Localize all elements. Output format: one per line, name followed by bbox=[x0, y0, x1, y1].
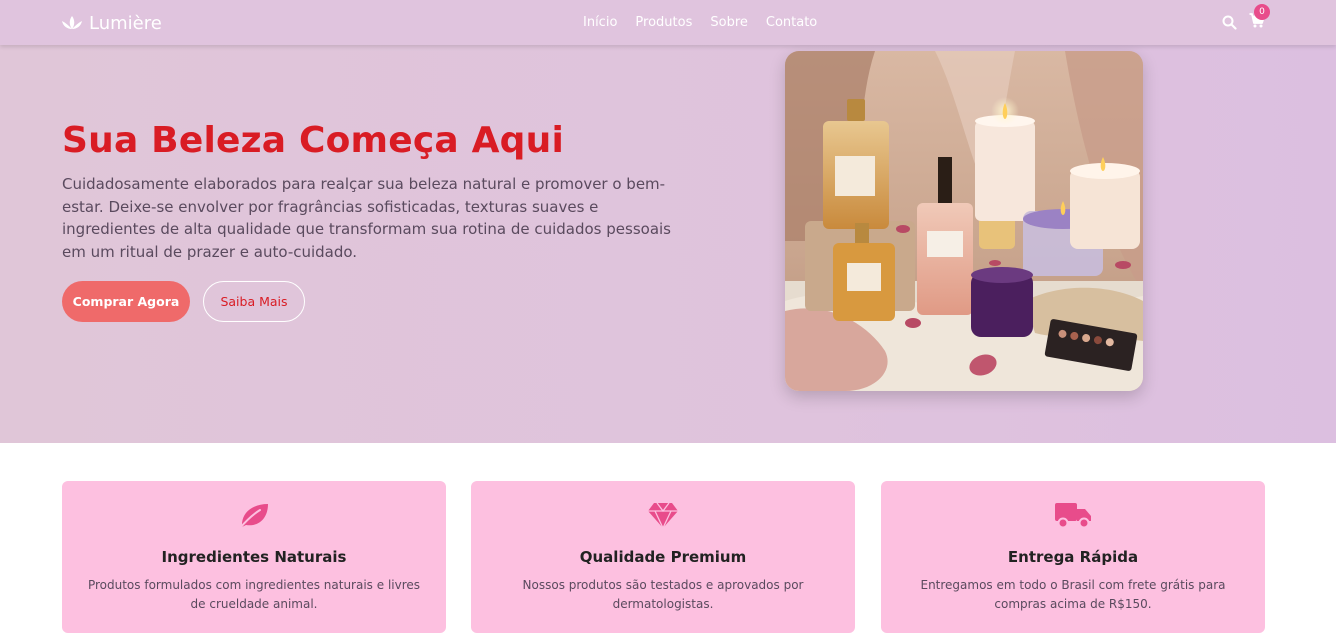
gem-icon bbox=[648, 502, 678, 529]
lotus-icon bbox=[62, 16, 82, 29]
navbar: Lumière Início Produtos Sobre Contato 0 bbox=[0, 0, 1336, 45]
learn-more-button[interactable]: Saiba Mais bbox=[203, 281, 305, 322]
feature-text: Entregamos em todo o Brasil com frete gr… bbox=[920, 578, 1226, 611]
feature-text: Produtos formulados com ingredientes nat… bbox=[87, 578, 421, 611]
cart-count-badge: 0 bbox=[1254, 4, 1270, 20]
feature-card-delivery: Entrega Rápida Entregamos em todo o Bras… bbox=[881, 481, 1265, 633]
nav-icons: 0 bbox=[1222, 4, 1270, 31]
features-section: Ingredientes Naturais Produtos formulado… bbox=[0, 443, 1336, 638]
hero-description: Cuidadosamente elaborados para realçar s… bbox=[62, 175, 671, 261]
feature-card-natural: Ingredientes Naturais Produtos formulado… bbox=[62, 481, 446, 633]
feature-card-premium: Qualidade Premium Nossos produtos são te… bbox=[471, 481, 855, 633]
perfume-candles-illustration bbox=[785, 51, 1143, 391]
feature-title: Ingredientes Naturais bbox=[161, 548, 347, 566]
nav-link-contato[interactable]: Contato bbox=[757, 15, 826, 31]
search-icon[interactable] bbox=[1222, 15, 1237, 30]
brand-name: Lumière bbox=[89, 12, 162, 34]
nav-link-produtos[interactable]: Produtos bbox=[626, 15, 701, 31]
hero-title: Sua Beleza Começa Aqui bbox=[62, 120, 565, 161]
feature-title: Qualidade Premium bbox=[579, 548, 747, 566]
feature-text: Nossos produtos são testados e aprovados… bbox=[522, 578, 804, 611]
cart-button[interactable]: 0 bbox=[1249, 4, 1270, 31]
nav-links: Início Produtos Sobre Contato bbox=[574, 15, 826, 31]
brand-logo[interactable]: Lumière bbox=[61, 11, 162, 35]
truck-icon bbox=[1055, 503, 1091, 529]
shop-now-button[interactable]: Comprar Agora bbox=[62, 281, 190, 322]
hero-section: Sua Beleza Começa Aqui Cuidadosamente el… bbox=[0, 45, 1336, 443]
nav-link-inicio[interactable]: Início bbox=[574, 15, 626, 31]
nav-link-sobre[interactable]: Sobre bbox=[701, 15, 757, 31]
leaf-icon bbox=[239, 504, 268, 529]
feature-title: Entrega Rápida bbox=[1007, 548, 1139, 566]
hero-product-image bbox=[785, 51, 1143, 391]
